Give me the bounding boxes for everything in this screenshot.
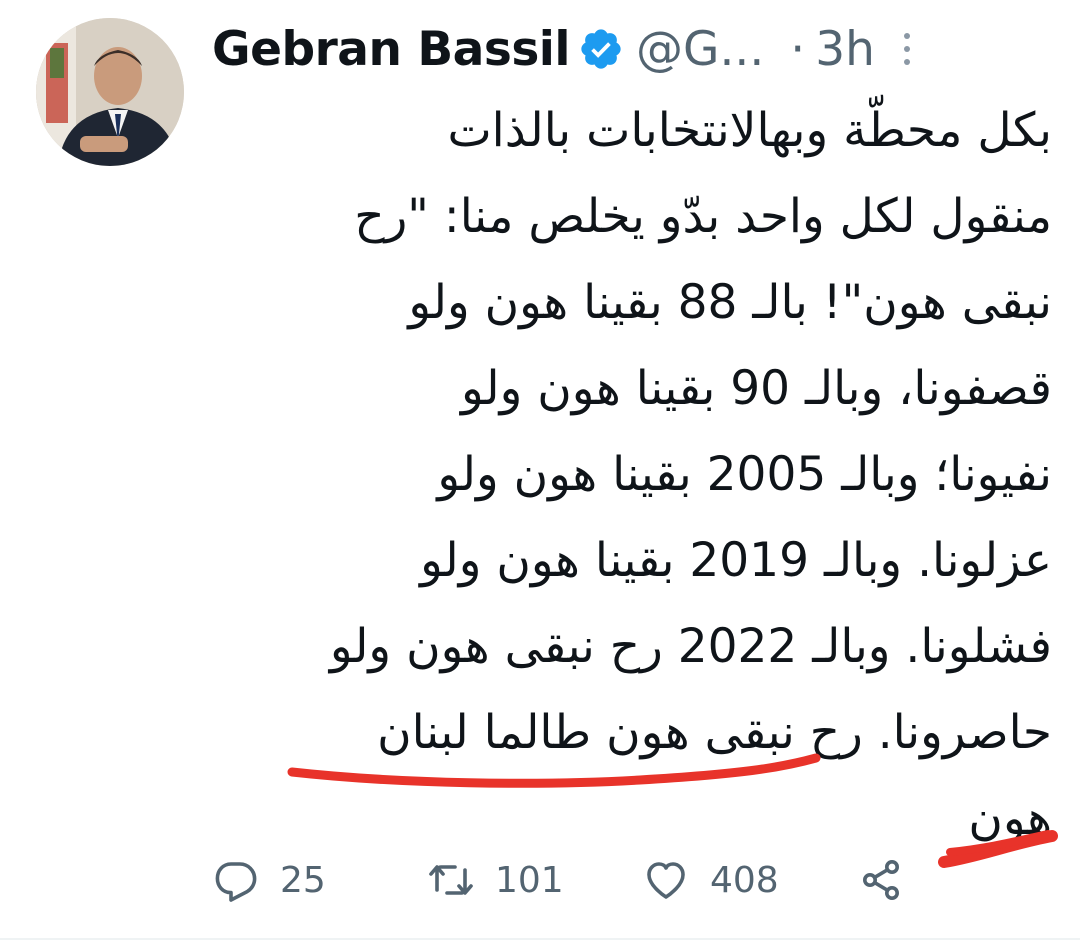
timestamp[interactable]: 3h (815, 22, 875, 77)
retweet-count: 101 (495, 859, 564, 901)
divider (0, 938, 1080, 940)
tweet-line: فشلونا. وبالـ 2022 رح نبقى هون ولو (329, 619, 1052, 674)
tweet-line: نبقى هون"! بالـ 88 بقينا هون ولو (408, 275, 1052, 330)
share-icon (863, 860, 899, 900)
verified-badge-icon (578, 26, 624, 72)
tweet-line: نفيونا؛ وبالـ 2005 بقينا هون ولو (437, 447, 1052, 502)
tweet-actions: 25 101 408 (212, 848, 932, 912)
tweet-line: حاصرونا. رح نبقى هون طالما لبنان (377, 705, 1052, 760)
user-handle[interactable]: @G... (636, 22, 764, 77)
tweet-header: Gebran Bassil @G... · 3h (212, 8, 1062, 90)
reply-icon (215, 862, 257, 902)
reply-count: 25 (280, 859, 326, 901)
heart-icon (647, 862, 685, 899)
display-name[interactable]: Gebran Bassil (212, 22, 571, 77)
reply-button[interactable]: 25 (212, 856, 427, 904)
tweet-line: بكل محطّة وبهالانتخابات بالذات (447, 103, 1052, 158)
share-button[interactable] (857, 856, 905, 904)
more-vertical-icon[interactable] (899, 29, 915, 69)
tweet-line: قصفونا، وبالـ 90 بقينا هون ولو (461, 361, 1052, 416)
avatar-photo (36, 18, 184, 166)
tweet-text: بكل محطّة وبهالانتخابات بالذات منقول لكل… (212, 88, 1052, 862)
avatar[interactable] (36, 18, 184, 166)
tweet-line: منقول لكل واحد بدّو يخلص منا: "رح (354, 189, 1052, 244)
like-button[interactable]: 408 (642, 856, 857, 904)
like-count: 408 (710, 859, 779, 901)
retweet-button[interactable]: 101 (427, 856, 642, 904)
separator-dot: · (790, 21, 806, 77)
tweet-line: عزلونا. وبالـ 2019 بقينا هون ولو (420, 533, 1052, 588)
retweet-icon (429, 865, 473, 895)
